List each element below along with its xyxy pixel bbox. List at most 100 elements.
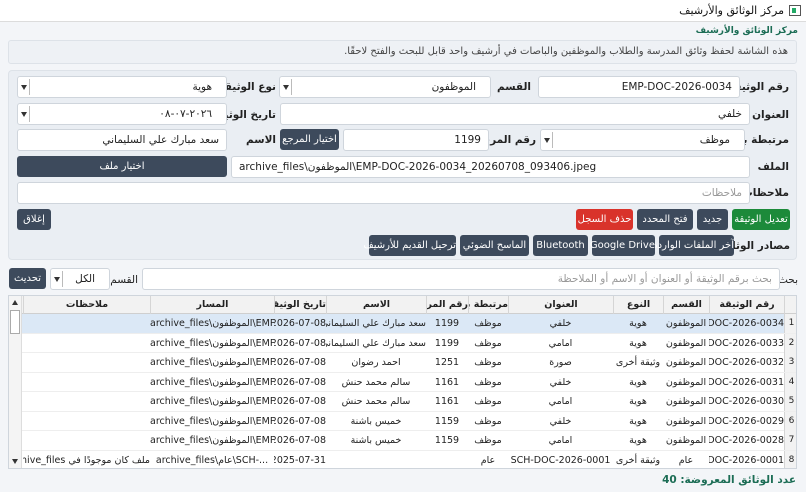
title-input[interactable]: خلفي	[280, 103, 750, 125]
col-header-notes[interactable]: ملاحظات	[23, 296, 150, 314]
cell-section: الموظفون	[665, 376, 707, 388]
source-recent-files-button[interactable]: آخر الملفات الواردة	[652, 235, 734, 256]
col-header-title[interactable]: العنوان	[508, 296, 613, 314]
search-section-select[interactable]: الكل	[50, 268, 110, 290]
table-row[interactable]: 5EMP-DOC-2026-0030الموظفون هوية امامي موظف 1…	[9, 392, 796, 412]
cell-ref-number: 1199	[434, 318, 460, 329]
source-google-drive-button[interactable]: Google Drive	[590, 235, 655, 256]
cell-name	[326, 451, 426, 469]
search-placeholder: بحث برقم الوثيقة أو العنوان أو الاسم أو …	[557, 273, 772, 285]
col-header-path[interactable]: المسار	[150, 296, 274, 314]
table-row[interactable]: 4EMP-DOC-2026-0031الموظفون هوية خلفي موظف 11…	[9, 372, 796, 392]
cell-doc-date: 2026-07-08	[274, 318, 326, 329]
table-row[interactable]: 1EMP-DOC-2026-0034الموظفون هوية خلفي موظف 11…	[9, 314, 796, 334]
cell-ref-number: 1161	[434, 396, 460, 407]
table-row[interactable]: 8SCH-DOC-2026-0001عاموثيقة أخرىSCH-DOC-2…	[9, 450, 796, 469]
app-icon	[789, 5, 801, 16]
cell-ref-number	[426, 451, 468, 469]
doc-type-select[interactable]: هوية	[17, 76, 227, 98]
source-migrate-old-button[interactable]: ترحيل القديم للأرشيف	[363, 235, 456, 256]
cell-path: archive_files\الموظفون\EMP-...	[150, 357, 274, 368]
cell-doc-number: EMP-DOC-2026-0033	[709, 337, 784, 349]
ref-number-input[interactable]: 1199	[343, 129, 489, 151]
cell-path: archive_files\الموظفون\EMP-...	[150, 376, 274, 388]
cell-notes	[23, 314, 150, 333]
source-scanner-button[interactable]: الماسح الضوئي	[460, 235, 529, 256]
table-row[interactable]: 3EMP-DOC-2026-0032الموظفون وثيقة أخرى صورة…	[9, 353, 796, 373]
cell-title: امامي	[548, 396, 573, 407]
cell-name: سعد مبارك علي السليماني	[326, 318, 426, 329]
cell-doc-number: EMP-DOC-2026-0029	[709, 415, 784, 427]
cell-linked-to: موظف	[474, 396, 502, 407]
cell-linked-to: موظف	[474, 415, 502, 427]
scroll-thumb[interactable]	[10, 310, 20, 334]
cell-section: الموظفون	[665, 435, 707, 446]
col-header-type[interactable]: النوع	[613, 296, 663, 314]
col-header-name[interactable]: الاسم	[326, 296, 426, 314]
name-input[interactable]: سعد مبارك علي السليماني	[17, 129, 227, 151]
delete-record-button[interactable]: حذف السجل	[576, 209, 633, 230]
description-box: هذه الشاشة لحفظ وثائق المدرسة والطلاب وا…	[8, 40, 797, 64]
window-title: مركز الوثائق والأرشيف	[679, 4, 784, 17]
cell-type: وثيقة أخرى	[615, 357, 661, 368]
section-select-value: الموظفون	[431, 81, 476, 93]
file-path-input[interactable]: archive_files\الموظفون\EMP-DOC-2026-0034…	[231, 156, 750, 178]
col-header-doc-date[interactable]: تاريخ الوثيقة	[274, 296, 326, 314]
scroll-up-icon[interactable]	[12, 300, 18, 305]
cell-name: خميس باشنة	[350, 435, 402, 446]
cell-linked-to: موظف	[474, 435, 502, 446]
doc-number-input[interactable]: EMP-DOC-2026-0034	[538, 76, 740, 98]
cell-name: احمد رضوان	[351, 357, 401, 368]
cell-section: الموظفون	[665, 415, 707, 427]
open-selected-button[interactable]: فتح المحدد	[637, 209, 693, 230]
col-header-doc-number[interactable]: رقم الوثيقة	[709, 296, 784, 314]
cell-notes	[23, 392, 150, 411]
choose-file-button[interactable]: اختيار ملف	[17, 156, 227, 177]
table-scrollbar[interactable]	[9, 296, 22, 468]
chevron-down-icon	[544, 138, 550, 143]
choose-ref-button[interactable]: اختيار المرجع	[280, 129, 339, 150]
cell-ref-number: 1159	[434, 415, 460, 427]
refresh-button[interactable]: تحديث	[9, 268, 46, 289]
cell-title: صورة	[549, 357, 572, 368]
cell-path: archive_files\الموظفون\EMP-...	[150, 396, 274, 407]
cell-ref-number: 1199	[434, 337, 460, 349]
chevron-down-icon	[283, 85, 289, 90]
row-number: 4	[784, 372, 796, 392]
linked-to-select[interactable]: موظف	[540, 129, 745, 151]
cell-notes	[23, 373, 150, 392]
cell-section: عام	[678, 454, 694, 466]
cell-name: سالم محمد حنش	[341, 376, 411, 388]
table-row[interactable]: 7EMP-DOC-2026-0028الموظفون هوية امامي موظف 1…	[9, 431, 796, 451]
search-input[interactable]: بحث برقم الوثيقة أو العنوان أو الاسم أو …	[142, 268, 780, 290]
new-button[interactable]: جديد	[697, 209, 728, 230]
linked-to-label: مرتبطة بـ	[739, 134, 789, 146]
col-header-ref-number[interactable]: رقم المرجع	[426, 296, 468, 314]
notes-input[interactable]: ملاحظات	[17, 182, 750, 204]
cell-section: الموظفون	[665, 337, 707, 349]
cell-title: SCH-DOC-2026-0001	[510, 454, 611, 466]
doc-date-picker[interactable]: ٢٠٢٦-٠٧-٠٨	[17, 103, 227, 125]
cell-type: وثيقة أخرى	[615, 454, 661, 466]
col-header-linked-to[interactable]: مرتبطة بـ	[468, 296, 508, 314]
table-row[interactable]: 2EMP-DOC-2026-0033الموظفون هوية امامي موظف 1…	[9, 333, 796, 353]
table-row[interactable]: 6EMP-DOC-2026-0029الموظفون هوية خلفي موظف 11…	[9, 411, 796, 431]
edit-document-button[interactable]: تعديل الوثيقة	[732, 209, 790, 230]
cell-name: سالم محمد حنش	[341, 396, 411, 407]
col-header-section[interactable]: القسم	[663, 296, 709, 314]
cell-linked-to: موظف	[474, 318, 502, 329]
cell-name: خميس باشنة	[350, 415, 402, 427]
linked-to-value: موظف	[699, 134, 730, 146]
section-select[interactable]: الموظفون	[279, 76, 491, 98]
table-header: رقم الوثيقة القسم النوع العنوان مرتبطة ب…	[9, 296, 796, 314]
documents-table: رقم الوثيقة القسم النوع العنوان مرتبطة ب…	[8, 295, 797, 469]
cell-type: هوية	[629, 318, 647, 329]
cell-ref-number: 1251	[434, 357, 460, 368]
cell-ref-number: 1161	[434, 376, 460, 388]
close-button[interactable]: إغلاق	[17, 209, 51, 230]
row-number: 3	[784, 353, 796, 372]
source-bluetooth-button[interactable]: Bluetooth	[533, 235, 588, 256]
cell-title: خلفي	[549, 415, 572, 427]
scroll-down-icon[interactable]	[12, 459, 18, 464]
cell-doc-date: 2026-07-08	[274, 376, 326, 388]
